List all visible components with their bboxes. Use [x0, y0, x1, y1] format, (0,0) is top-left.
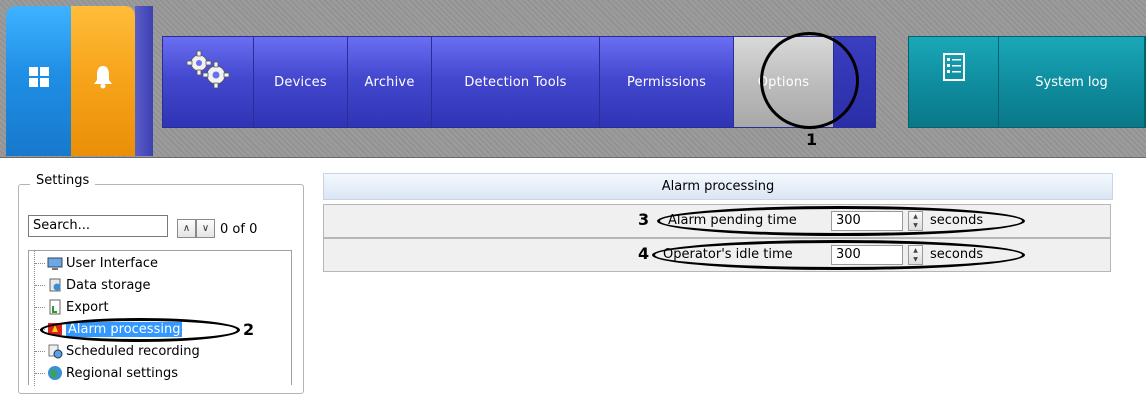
tree-line — [34, 251, 35, 386]
system-log-icon — [942, 53, 965, 81]
alarms-tile[interactable] — [71, 6, 135, 156]
spin-down-icon[interactable]: ▼ — [909, 255, 922, 264]
operator-idle-time-label: Operator's idle time — [663, 247, 793, 262]
alarm-pending-time-unit: seconds — [930, 213, 984, 228]
spin-down-icon[interactable]: ▼ — [909, 221, 922, 230]
tree-item-scheduled-recording[interactable]: Scheduled recording — [35, 341, 200, 361]
tile-separator — [135, 6, 153, 156]
chevron-up-icon: ∧ — [182, 223, 191, 234]
settings-legend: Settings — [30, 173, 96, 188]
export-icon — [49, 299, 61, 315]
windows-tile[interactable] — [6, 6, 71, 156]
schedule-icon — [48, 344, 63, 359]
alarm-pending-time-input[interactable]: 300 — [831, 211, 903, 231]
secondary-nav: System log — [908, 36, 1146, 128]
settings-gears-button[interactable] — [163, 37, 254, 127]
alarm-pending-time-label: Alarm pending time — [668, 213, 797, 228]
search-prev-button[interactable]: ∧ — [177, 219, 196, 238]
setting-row-operator-idle-time: Operator's idle time 300 ▲ ▼ seconds — [323, 238, 1111, 272]
setting-row-alarm-pending-time: Alarm pending time 300 ▲ ▼ seconds — [323, 204, 1111, 238]
tab-system-log[interactable]: System log — [999, 37, 1145, 127]
windows-icon — [28, 67, 49, 87]
gears-icon — [186, 50, 230, 89]
annotation-number-1: 1 — [806, 130, 818, 149]
alarm-icon — [48, 323, 62, 335]
chevron-down-icon: ∨ — [201, 223, 210, 234]
operator-idle-time-spinner[interactable]: ▲ ▼ — [908, 245, 923, 265]
main-nav: Devices Archive Detection Tools Permissi… — [162, 36, 876, 128]
operator-idle-time-unit: seconds — [930, 247, 984, 262]
spin-up-icon[interactable]: ▲ — [909, 212, 922, 221]
alarm-pending-time-spinner[interactable]: ▲ ▼ — [908, 211, 923, 231]
tab-permissions[interactable]: Permissions — [600, 37, 734, 127]
globe-icon — [48, 366, 62, 380]
tree-item-regional-settings[interactable]: Regional settings — [35, 363, 178, 383]
section-header-alarm-processing: Alarm processing — [323, 173, 1113, 200]
operator-idle-time-input[interactable]: 300 — [831, 245, 903, 265]
annotation-number-2: 2 — [243, 320, 255, 339]
system-log-icon-button[interactable] — [909, 37, 999, 127]
search-counter: 0 of 0 — [220, 222, 258, 237]
monitor-icon — [47, 257, 63, 270]
bell-icon — [94, 66, 112, 89]
search-input[interactable]: Search... — [28, 215, 168, 237]
tab-options[interactable]: Options — [734, 37, 834, 127]
nav-end-cap — [834, 37, 875, 127]
tree-item-alarm-processing[interactable]: Alarm processing — [35, 319, 183, 339]
annotation-number-3: 3 — [638, 210, 650, 229]
tab-detection-tools[interactable]: Detection Tools — [432, 37, 600, 127]
annotation-number-4: 4 — [638, 244, 650, 263]
top-bar: Devices Archive Detection Tools Permissi… — [0, 0, 1146, 158]
tree-item-data-storage[interactable]: Data storage — [35, 275, 151, 295]
storage-icon — [49, 278, 61, 292]
search-next-button[interactable]: ∨ — [196, 219, 215, 238]
tab-devices[interactable]: Devices — [254, 37, 348, 127]
tab-archive[interactable]: Archive — [348, 37, 432, 127]
spin-up-icon[interactable]: ▲ — [909, 246, 922, 255]
tree-item-user-interface[interactable]: User Interface — [35, 253, 158, 273]
settings-tree: User Interface Data storage Export Alarm… — [28, 250, 292, 386]
tree-item-export[interactable]: Export — [35, 297, 109, 317]
